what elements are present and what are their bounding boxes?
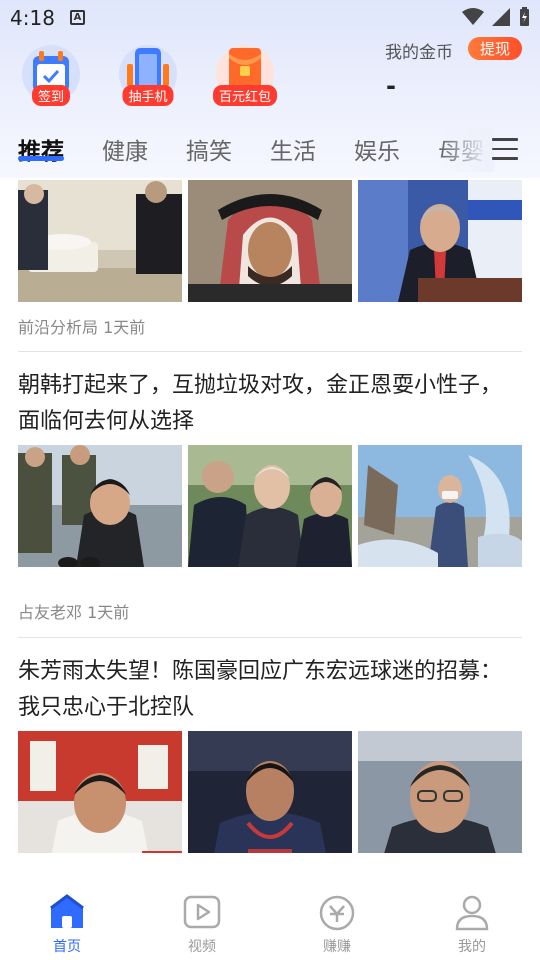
divider (18, 351, 522, 352)
video-play-icon (182, 892, 222, 932)
status-time: 4:18 (10, 6, 55, 30)
checkin-label: 签到 (31, 85, 71, 106)
signal-icon (492, 8, 510, 26)
nav-earn[interactable]: 赚赚 (297, 892, 377, 956)
earn-coin-icon (317, 892, 357, 932)
nav-profile-label: 我的 (458, 939, 486, 955)
tab-fade (440, 128, 494, 172)
news-time: 1天前 (103, 318, 146, 337)
calendar-icon: 签到 (18, 44, 84, 106)
wifi-icon (462, 8, 484, 25)
news-time: 1天前 (87, 603, 130, 622)
news-thumbnail (18, 445, 182, 567)
lottery-phone-label: 抽手机 (122, 85, 174, 106)
checkin-button[interactable]: 签到 (16, 44, 86, 106)
user-icon (452, 892, 492, 932)
nav-video-label: 视频 (188, 939, 216, 955)
feed-item-images[interactable] (18, 180, 522, 302)
coins-value: - (386, 72, 396, 100)
divider (18, 637, 522, 638)
news-thumbnail (358, 180, 522, 302)
red-envelope-icon: 百元红包 (212, 44, 278, 106)
notification-a-icon: A (70, 10, 85, 25)
news-thumbnail (188, 180, 352, 302)
news-thumbnail (18, 180, 182, 302)
nav-home[interactable]: 首页 (27, 892, 107, 956)
news-headline[interactable]: 朱芳雨太失望！陈国豪回应广东宏远球迷的招募：我只忠心于北控队 (18, 654, 522, 726)
tab-funny[interactable]: 搞笑 (186, 132, 232, 166)
feed-item-images[interactable] (18, 445, 522, 567)
news-thumbnail (188, 445, 352, 567)
tab-life[interactable]: 生活 (270, 132, 316, 166)
tab-entertainment[interactable]: 娱乐 (354, 132, 400, 166)
menu-icon[interactable] (492, 138, 518, 160)
red-envelope-button[interactable]: 百元红包 (210, 44, 280, 106)
nav-profile[interactable]: 我的 (432, 892, 512, 956)
news-thumbnail (358, 731, 522, 853)
red-envelope-label: 百元红包 (212, 85, 278, 106)
nav-home-label: 首页 (53, 939, 81, 955)
news-headline[interactable]: 朝韩打起来了，互抛垃圾对攻，金正恩耍小性子，面临何去何从选择 (18, 368, 522, 440)
lottery-phone-button[interactable]: 抽手机 (113, 44, 183, 106)
home-icon (47, 892, 87, 932)
news-feed: 前沿分析局 1天前 朝韩打起来了，互抛垃圾对攻，金正恩耍小性子，面临何去何从选择 (0, 178, 540, 874)
news-source: 前沿分析局 (18, 318, 99, 337)
nav-video[interactable]: 视频 (162, 892, 242, 956)
active-tab-indicator (18, 156, 64, 161)
phone-icon: 抽手机 (115, 44, 181, 106)
feed-item-meta: 前沿分析局 1天前 (18, 314, 145, 338)
news-thumbnail (18, 731, 182, 853)
withdraw-button[interactable]: 提现 (468, 37, 523, 60)
feed-item-images[interactable] (18, 731, 522, 853)
my-coins-label: 我的金币 (385, 43, 453, 63)
status-bar: 4:18 A (0, 0, 540, 36)
feed-item-meta: 占友老邓 1天前 (18, 599, 129, 623)
news-source: 占友老邓 (18, 603, 83, 622)
news-thumbnail (358, 445, 522, 567)
battery-icon (520, 7, 529, 26)
nav-earn-label: 赚赚 (323, 939, 351, 955)
tab-health[interactable]: 健康 (102, 132, 148, 166)
bottom-navigation: 首页 视频 赚赚 我的 (0, 874, 540, 960)
news-thumbnail (188, 731, 352, 853)
status-icons (462, 6, 530, 28)
